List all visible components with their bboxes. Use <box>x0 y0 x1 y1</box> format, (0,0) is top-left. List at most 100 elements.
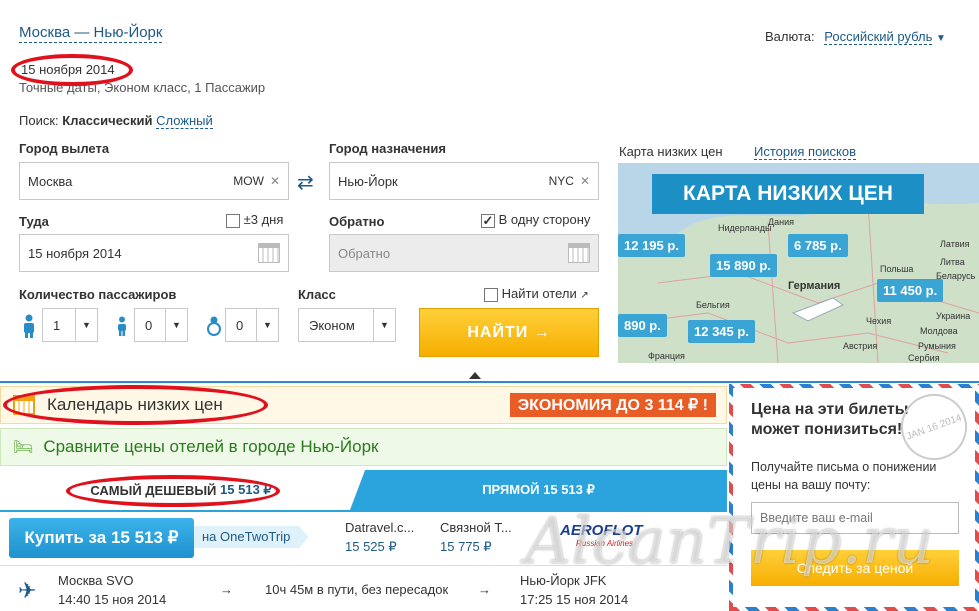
class-label: Класс <box>298 287 336 302</box>
from-value: Москва <box>28 173 73 189</box>
adults-value: 1 <box>53 317 61 333</box>
airline-logo: AEROFLOT Russian Airlines <box>560 522 643 548</box>
email-input[interactable]: Введите ваш e-mail <box>751 502 959 534</box>
arrow-icon: → <box>220 582 233 597</box>
plane-icon: ✈ <box>18 578 37 603</box>
return-label: Обратно <box>329 214 385 229</box>
calendar-icon[interactable] <box>258 243 280 263</box>
return-date-field[interactable]: Обратно <box>329 234 599 272</box>
arrow-icon: → <box>478 582 491 597</box>
map-price-pin[interactable]: 12 345 р. <box>688 320 755 343</box>
origin-time: 14:40 15 ноя 2014 <box>58 592 167 607</box>
subscribe-title: Цена на эти билеты может понизиться! <box>751 401 909 438</box>
hotels-checkbox[interactable]: Найти отели ↗ <box>484 286 589 302</box>
class-value: Эконом <box>309 317 355 333</box>
map-price-pin[interactable]: 15 890 р. <box>710 254 777 277</box>
checkbox-checked[interactable]: ✓ <box>481 213 495 228</box>
adult-icon <box>24 314 34 338</box>
chevron-down-icon[interactable]: ▼ <box>165 309 187 341</box>
hotel-compare-title: Сравните цены отелей в городе Нью-Йорк <box>43 437 379 456</box>
currency-select[interactable]: Российский рубль <box>824 29 933 45</box>
map-price-pin[interactable]: 6 785 р. <box>788 234 848 257</box>
clear-icon[interactable]: ✕ <box>270 174 280 188</box>
postmark-stamp: JAN 16 2014 <box>891 384 977 470</box>
checkbox[interactable] <box>484 287 498 302</box>
chevron-down-icon[interactable]: ▼ <box>75 309 97 341</box>
destination-time: 17:25 15 ноя 2014 <box>520 592 629 607</box>
flight-duration: 10ч 45м в пути, без пересадок <box>265 582 449 597</box>
infants-select[interactable]: 0 ▼ <box>225 308 279 342</box>
tab-direct[interactable]: ПРЯМОЙ 15 513 ₽ <box>350 470 727 510</box>
follow-price-button[interactable]: Следить за ценой <box>751 550 959 586</box>
via-label: на OneTwoTrip <box>194 526 309 548</box>
chevron-down-icon[interactable]: ▼ <box>373 309 395 341</box>
swap-icon[interactable]: ⇄ <box>297 170 314 195</box>
map-country-label: Молдова <box>920 326 958 336</box>
subscribe-panel: Цена на эти билеты может понизиться! JAN… <box>729 384 979 611</box>
chevron-down-icon[interactable]: ▼ <box>256 309 278 341</box>
route-title[interactable]: Москва — Нью-Йорк <box>19 24 163 43</box>
checkbox[interactable] <box>226 213 240 228</box>
buy-button[interactable]: Купить за 15 513 ₽ <box>9 518 194 558</box>
from-field[interactable]: Москва MOW ✕ <box>19 162 289 200</box>
to-label: Город назначения <box>329 141 446 156</box>
section-divider <box>0 381 979 383</box>
depart-date-field[interactable]: 15 ноября 2014 <box>19 234 289 272</box>
map-label: Карта низких цен <box>619 144 723 159</box>
alt-offer[interactable]: Datravel.c... 15 525 ₽ <box>345 520 414 555</box>
map-country-label: Беларусь <box>936 271 976 281</box>
low-price-map[interactable]: КАРТА НИЗКИХ ЦЕН 12 195 р. 6 785 р. 15 8… <box>618 163 979 363</box>
depart-date-value: 15 ноября 2014 <box>28 245 122 261</box>
search-mode: Поиск: Классический Сложный <box>19 113 213 129</box>
flight-destination: Нью-Йорк JFK 17:25 15 ноя 2014 <box>520 573 628 607</box>
oneway-label: В одну сторону <box>498 212 591 227</box>
map-price-pin[interactable]: 890 р. <box>618 314 667 337</box>
adults-select[interactable]: 1 ▼ <box>42 308 98 342</box>
to-field[interactable]: Нью-Йорк NYC ✕ <box>329 162 599 200</box>
alt-offer[interactable]: Связной Т... 15 775 ₽ <box>440 520 512 555</box>
stamp-text: JAN 16 2014 <box>904 411 964 443</box>
map-country-label: Франция <box>648 351 685 361</box>
to-code-wrap: NYC ✕ <box>549 174 590 188</box>
history-link[interactable]: История поисков <box>754 144 857 160</box>
map-country-label: Австрия <box>843 341 878 351</box>
map-banner: КАРТА НИЗКИХ ЦЕН <box>652 174 924 214</box>
clear-icon[interactable]: ✕ <box>580 174 590 188</box>
map-country-label: Литва <box>940 257 965 267</box>
oneway-checkbox[interactable]: ✓ В одну сторону <box>481 212 590 228</box>
annotation-oval <box>66 475 280 507</box>
map-country-label: Дания <box>768 217 794 227</box>
currency: Валюта: Российский рубль ▼ <box>765 29 946 45</box>
map-country-label: Чехия <box>866 316 892 326</box>
calendar-icon[interactable] <box>568 243 590 263</box>
flex-dates-label: ±3 дня <box>243 212 284 227</box>
alt-offer-price: 15 525 ₽ <box>345 539 397 554</box>
flex-dates-checkbox[interactable]: ±3 дня <box>226 212 283 228</box>
search-button[interactable]: НАЙТИ → <box>419 308 599 357</box>
hotel-compare-bar[interactable]: 🛏 Сравните цены отелей в городе Нью-Йорк <box>0 428 727 466</box>
class-select[interactable]: Эконом ▼ <box>298 308 396 342</box>
map-country-label: Румыния <box>918 341 956 351</box>
subscribe-text: Получайте письма о понижении цены на ваш… <box>751 460 937 492</box>
savings-badge: ЭКОНОМИЯ ДО 3 114 ₽ ! <box>509 393 716 417</box>
children-select[interactable]: 0 ▼ <box>134 308 188 342</box>
alt-offer-name: Datravel.c... <box>345 520 415 535</box>
to-value: Нью-Йорк <box>338 173 398 189</box>
alt-offer-name: Связной Т... <box>440 520 512 535</box>
map-price-pin[interactable]: 12 195 р. <box>618 234 685 257</box>
bed-icon: 🛏 <box>13 439 34 456</box>
flight-origin: Москва SVO 14:40 15 ноя 2014 <box>58 573 166 607</box>
infant-icon <box>207 316 221 336</box>
alt-offer-price: 15 775 ₽ <box>440 539 492 554</box>
map-country-label: Нидерланды <box>718 223 772 233</box>
map-price-pin[interactable]: 11 450 р. <box>877 279 944 302</box>
map-country-label: Бельгия <box>696 300 730 310</box>
airline-name: AEROFLOT <box>560 522 643 539</box>
from-label: Город вылета <box>19 141 110 156</box>
chevron-down-icon[interactable]: ▼ <box>936 33 946 44</box>
passengers-label: Количество пассажиров <box>19 287 177 302</box>
infants-value: 0 <box>236 317 244 333</box>
airline-sub: Russian Airlines <box>576 539 634 548</box>
map-country-label: Германия <box>788 280 841 292</box>
search-mode-alt[interactable]: Сложный <box>156 113 213 129</box>
